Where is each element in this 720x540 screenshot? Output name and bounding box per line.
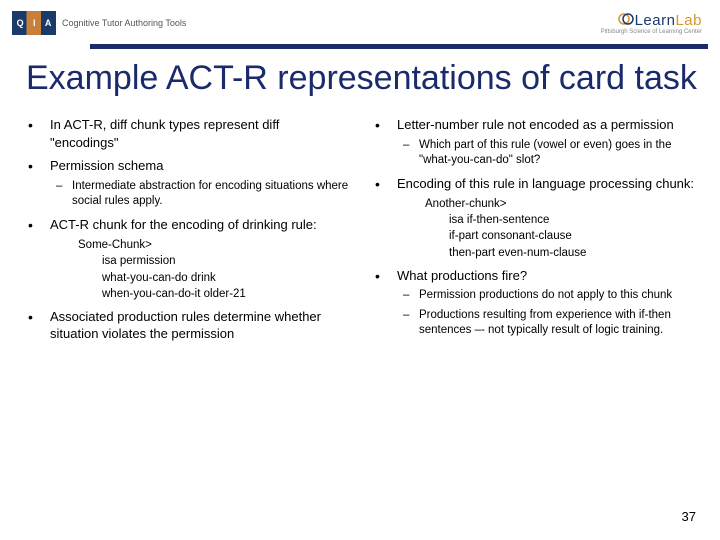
sub-bullet-text: Intermediate abstraction for encoding si… (72, 180, 348, 208)
ctat-label: Cognitive Tutor Authoring Tools (62, 18, 186, 28)
list-item: Encoding of this rule in language proces… (369, 175, 698, 261)
bullet-text: ACT-R chunk for the encoding of drinking… (50, 217, 317, 232)
qia-logo-icon: QIA (12, 11, 56, 35)
list-sub-item: Which part of this rule (vowel or even) … (397, 138, 698, 169)
code-line: then-part even-num-clause (425, 245, 698, 261)
list-sub-item: Permission productions do not apply to t… (397, 288, 698, 304)
bullet-text: Associated production rules determine wh… (50, 309, 321, 342)
list-sub-item: Intermediate abstraction for encoding si… (50, 179, 351, 210)
sub-bullet-text: Which part of this rule (vowel or even) … (419, 139, 671, 167)
list-item: Permission schema Intermediate abstracti… (22, 157, 351, 210)
list-sub-item: Productions resulting from experience wi… (397, 308, 698, 339)
list-item: In ACT-R, diff chunk types represent dif… (22, 116, 351, 151)
logo-right-group: LearnLab Pittsburgh Science of Learning … (601, 12, 702, 35)
left-column: In ACT-R, diff chunk types represent dif… (22, 116, 351, 349)
bullet-text: What productions fire? (397, 268, 527, 283)
list-item: What productions fire? Permission produc… (369, 267, 698, 339)
code-block-left: Some-Chunk> isa permission what-you-can-… (50, 237, 351, 301)
list-item: Letter-number rule not encoded as a perm… (369, 116, 698, 169)
learnlab-subtitle: Pittsburgh Science of Learning Center (601, 29, 702, 35)
bullet-text: Letter-number rule not encoded as a perm… (397, 117, 674, 132)
code-line: if-part consonant-clause (425, 228, 698, 244)
code-line: isa if-then-sentence (425, 212, 698, 228)
code-line: what-you-can-do drink (78, 270, 351, 286)
list-item: ACT-R chunk for the encoding of drinking… (22, 216, 351, 302)
bullet-text: Permission schema (50, 158, 163, 173)
learnlab-text-1: Learn (635, 12, 676, 29)
code-line: Some-Chunk> (78, 237, 351, 253)
code-line: Another-chunk> (425, 196, 698, 212)
code-line: when-you-can-do-it older-21 (78, 286, 351, 302)
code-block-right: Another-chunk> isa if-then-sentence if-p… (397, 196, 698, 260)
slide-title: Example ACT-R representations of card ta… (0, 49, 720, 98)
page-number: 37 (682, 509, 696, 524)
slide-header: QIA Cognitive Tutor Authoring Tools Lear… (0, 0, 720, 44)
sub-bullet-text: Permission productions do not apply to t… (419, 289, 672, 301)
bullet-text: Encoding of this rule in language proces… (397, 176, 694, 191)
bullet-text: In ACT-R, diff chunk types represent dif… (50, 117, 279, 150)
right-column: Letter-number rule not encoded as a perm… (369, 116, 698, 349)
logo-left-group: QIA Cognitive Tutor Authoring Tools (12, 11, 186, 35)
code-line: isa permission (78, 253, 351, 269)
learnlab-logo: LearnLab (617, 12, 702, 29)
slide-content: In ACT-R, diff chunk types represent dif… (0, 98, 720, 349)
list-item: Associated production rules determine wh… (22, 308, 351, 343)
learnlab-text-2: Lab (675, 12, 702, 29)
sub-bullet-text: Productions resulting from experience wi… (419, 309, 671, 337)
